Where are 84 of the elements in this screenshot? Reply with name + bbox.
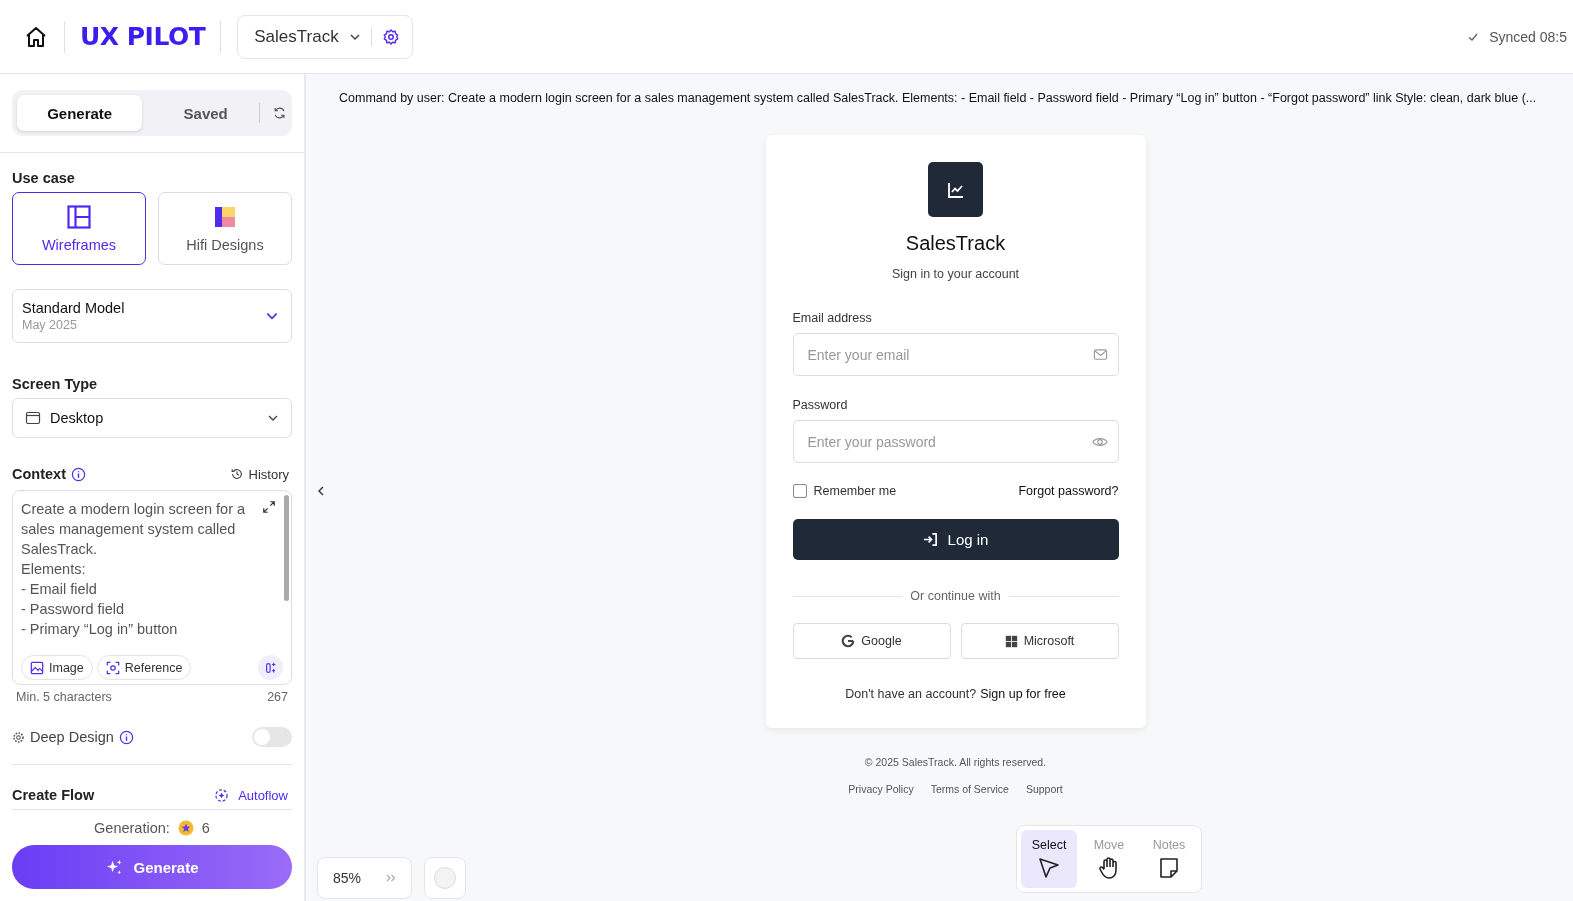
copyright-text: © 2025 SalesTrack. All rights reserved. [864,756,1047,768]
history-button[interactable]: History [229,466,292,482]
four-squares-icon [1004,634,1018,648]
command-text: Command by user: Create a modern login screen for a sales management system called SalesTrack. Elements: - Email field - Password field - Primary “Log in” button - “Forgot password” link Style: clean, dark blue (... [339,91,1538,105]
footer-link[interactable]: Support [1025,783,1063,795]
context-text-line: Create a modern login screen for a [21,500,247,519]
footer-link[interactable]: Privacy Policy [848,783,914,795]
expand-icon[interactable] [262,500,276,514]
context-text-line: - Password field [21,600,126,619]
g-letter-icon [841,634,856,648]
cursor-icon [1037,856,1061,880]
section-label: Create Flow [12,787,95,803]
login-icon [922,532,938,547]
generate-button[interactable]: Generate [12,845,292,889]
character-hint: Min. 5 characters [16,690,112,704]
social-login-button[interactable]: Microsoft [960,623,1119,659]
model-dropdown[interactable]: Standard Model May 2025 [12,289,292,343]
logo-text: UX PILOT [80,22,206,51]
divider-text: Or continue with [910,589,1001,603]
model-date: May 2025 [22,318,78,332]
remember-label: Remember me [813,484,897,498]
social-login-button[interactable]: Google [792,623,951,659]
settings-icon[interactable] [381,27,400,46]
screen-type-value: Desktop [50,410,105,426]
field-label: Password [792,398,849,412]
model-name: Standard Model [22,300,125,316]
screen-type-dropdown[interactable]: Desktop [12,398,292,438]
generation-count: 6 [201,820,210,836]
chart-logo-icon [928,162,983,217]
sparkle-icon [263,660,278,675]
use-case-option[interactable]: Wireframes [12,192,146,265]
context-text-line: Elements: [21,560,87,579]
info-icon[interactable] [118,729,134,745]
mail-icon [1092,347,1108,362]
sparkle-icon [214,787,230,803]
email-input[interactable]: Enter your email [792,333,1119,376]
browser-window-icon [25,410,41,426]
refresh-icon[interactable] [271,105,287,121]
app-title: SalesTrack [904,232,1007,255]
tab[interactable]: Generate [17,95,143,131]
image-icon [30,660,44,675]
home-icon[interactable] [24,24,48,49]
attachment-button[interactable]: Image [21,655,93,680]
deep-design-label: Deep Design [30,729,114,745]
context-text-line: sales management system called [21,520,237,539]
field-label: Email address [792,311,873,325]
autoflow-button[interactable]: Autoflow [214,787,292,803]
footer-link[interactable]: Terms of Service [930,783,1009,795]
attachment-button[interactable]: Reference [96,655,192,680]
section-label: Use case [12,170,76,186]
tab[interactable]: Saved [154,95,257,131]
signup-prompt: Don't have an account? [845,687,977,701]
generation-label: Generation: [94,820,170,836]
subtitle: Sign in to your account [890,267,1021,281]
deep-design-toggle[interactable] [252,727,292,747]
gear-icon [12,730,25,744]
color-button[interactable] [424,857,466,899]
character-count: 267 [267,690,288,704]
context-textarea[interactable]: Create a modern login screen for a sales management system called SalesTrack. Elements: - Email field - Password field - Primary “Log in” button Image Reference [12,490,292,685]
remember-checkbox[interactable] [792,484,807,498]
tool-button[interactable]: Select [1021,830,1077,888]
context-text-line: - Primary “Log in” button [21,620,179,639]
coin-icon [177,820,194,836]
zoom-level: 85% [333,870,362,886]
enhance-prompt-button[interactable] [258,655,283,680]
signup-link[interactable]: Sign up for free [980,687,1066,701]
context-text-line: - Email field [21,580,98,599]
login-button[interactable]: Log in [792,519,1119,560]
forgot-password-link[interactable]: Forgot password? [1018,484,1119,498]
focus-frame-icon [105,660,120,675]
note-icon [1157,856,1181,880]
context-text-line: SalesTrack. [21,540,98,559]
zoom-control[interactable]: 85% [317,857,412,899]
use-case-option[interactable]: Hifi Designs [158,192,292,265]
layout-icon [67,204,91,229]
history-icon [229,467,244,481]
color-blocks-icon [213,204,237,229]
info-icon[interactable] [71,466,86,482]
section-label: Context [12,466,66,482]
project-selector[interactable]: SalesTrack [237,14,413,59]
password-input[interactable]: Enter your password [792,420,1119,463]
sync-status: Synced 08:5 [1489,28,1567,45]
project-name: SalesTrack [254,26,339,47]
section-label: Screen Type [12,376,99,392]
